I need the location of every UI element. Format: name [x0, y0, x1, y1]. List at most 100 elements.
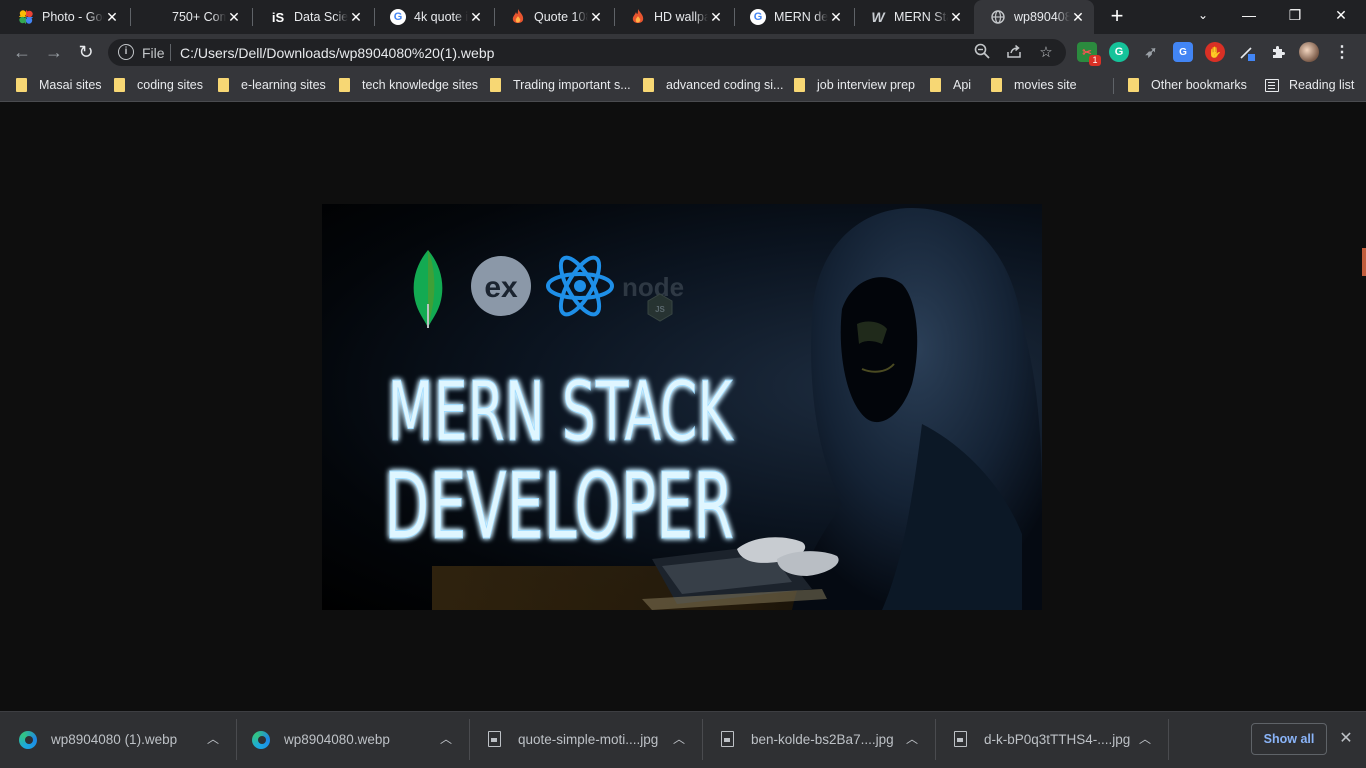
- grammarly-icon[interactable]: G: [1109, 42, 1129, 62]
- bookmark-label: movies site: [1014, 78, 1077, 92]
- file-icon: [486, 730, 504, 749]
- restore-button[interactable]: ❐: [1272, 0, 1318, 30]
- download-item[interactable]: quote-simple-moti....jpg ︿: [486, 711, 702, 768]
- bookmark-folder[interactable]: Trading important s...: [490, 76, 631, 94]
- file-icon: [952, 730, 970, 749]
- tab-title: Photo - Google Photos: [42, 10, 104, 24]
- close-icon[interactable]: ✕: [348, 9, 364, 26]
- tab-title: 4k quote images: [414, 10, 468, 24]
- tab-wallpapers[interactable]: 750+ Computer Wallpapers ✕: [132, 0, 250, 34]
- close-icon[interactable]: ✕: [828, 9, 844, 26]
- is-logo-icon: iS: [271, 9, 285, 25]
- bookmark-label: Trading important s...: [513, 78, 631, 92]
- chevron-up-icon[interactable]: ︿: [1137, 731, 1153, 747]
- download-item[interactable]: wp8904080.webp ︿: [252, 711, 468, 768]
- folder-icon: [643, 78, 654, 92]
- express-logo: ex: [471, 256, 531, 316]
- download-item[interactable]: wp8904080 (1).webp ︿: [19, 711, 235, 768]
- tab-strip: Photo - Google Photos ✕ 750+ Computer Wa…: [0, 0, 1366, 34]
- menu-kebab-icon[interactable]: ⋮: [1332, 42, 1352, 62]
- download-filename: d-k-bP0q3tTTHS4-....jpg: [984, 732, 1131, 747]
- bookmark-folder[interactable]: job interview prep: [794, 76, 915, 94]
- bookmark-label: job interview prep: [817, 78, 915, 92]
- tab-mern-developer[interactable]: G MERN developer ✕: [734, 0, 852, 34]
- download-item[interactable]: ben-kolde-bs2Ba7....jpg ︿: [719, 711, 935, 768]
- bookmark-folder[interactable]: coding sites: [114, 76, 203, 94]
- profile-avatar[interactable]: [1299, 42, 1319, 62]
- close-icon[interactable]: ✕: [708, 9, 724, 26]
- google-translate-icon[interactable]: G: [1173, 42, 1193, 62]
- folder-icon: [991, 78, 1002, 92]
- file-icon: [719, 730, 737, 749]
- tab-mern-stack[interactable]: W MERN Stack ✕: [854, 0, 972, 34]
- share-icon[interactable]: [1004, 43, 1024, 63]
- show-all-button[interactable]: Show all: [1251, 723, 1327, 755]
- close-icon[interactable]: ✕: [104, 9, 120, 26]
- bookmark-folder[interactable]: advanced coding si...: [643, 76, 783, 94]
- node-js-text: JS: [655, 305, 665, 314]
- close-icon[interactable]: ✕: [226, 9, 242, 26]
- back-button[interactable]: ←: [10, 40, 34, 64]
- minimize-button[interactable]: —: [1226, 0, 1272, 30]
- close-icon[interactable]: ✕: [588, 9, 604, 26]
- extensions-puzzle-icon[interactable]: [1268, 42, 1288, 62]
- zoom-icon[interactable]: [972, 43, 992, 63]
- close-window-button[interactable]: ✕: [1318, 0, 1364, 30]
- flame-icon: [510, 9, 526, 25]
- new-tab-button[interactable]: +: [1106, 5, 1128, 28]
- bookmark-star-icon[interactable]: ☆: [1036, 43, 1056, 63]
- close-icon[interactable]: ✕: [468, 9, 484, 26]
- close-downloads-icon[interactable]: ✕: [1337, 729, 1355, 749]
- tab-separator: [130, 8, 131, 26]
- w-logo-icon: W: [871, 9, 885, 25]
- chevron-up-icon[interactable]: ︿: [671, 731, 687, 747]
- bookmarks-divider: [1113, 78, 1114, 94]
- chevron-up-icon[interactable]: ︿: [205, 731, 221, 747]
- chevron-up-icon[interactable]: ︿: [904, 731, 920, 747]
- google-icon: G: [750, 9, 766, 25]
- bookmark-folder[interactable]: Masai sites: [16, 76, 102, 94]
- eyedropper-icon[interactable]: [1237, 42, 1257, 62]
- download-separator: [469, 719, 470, 760]
- reading-list[interactable]: Reading list: [1265, 76, 1354, 94]
- download-item[interactable]: d-k-bP0q3tTTHS4-....jpg ︿: [952, 711, 1168, 768]
- bookmark-folder[interactable]: tech knowledge sites: [339, 76, 478, 94]
- other-bookmarks[interactable]: Other bookmarks: [1128, 76, 1247, 94]
- tab-title: 750+ Computer Wallpapers: [172, 10, 226, 24]
- tab-quote-108[interactable]: Quote 108 ✕: [494, 0, 612, 34]
- chevron-up-icon[interactable]: ︿: [438, 731, 454, 747]
- bookmark-label: e-learning sites: [241, 78, 326, 92]
- forward-button[interactable]: →: [42, 40, 66, 64]
- tab-hd-wallpapers[interactable]: HD wallpapers ✕: [614, 0, 732, 34]
- tab-title: Quote 108: [534, 10, 588, 24]
- nodejs-logo: node JS: [622, 272, 684, 322]
- extension-badge: 1: [1089, 55, 1101, 66]
- bookmark-label: Masai sites: [39, 78, 102, 92]
- info-icon[interactable]: i: [118, 44, 134, 60]
- tab-active-webp[interactable]: wp8904080 (1).webp ✕: [974, 0, 1094, 34]
- scrollbar-thumb[interactable]: [1362, 248, 1366, 276]
- tab-title: MERN Stack: [894, 10, 948, 24]
- globe-icon: [990, 9, 1006, 25]
- bookmark-folder[interactable]: e-learning sites: [218, 76, 326, 94]
- bookmark-folder[interactable]: movies site: [991, 76, 1077, 94]
- tab-4k-quote[interactable]: G 4k quote images ✕: [374, 0, 492, 34]
- tab-data-science[interactable]: iS Data Science ✕: [254, 0, 372, 34]
- tab-google-photos[interactable]: Photo - Google Photos ✕: [2, 0, 128, 34]
- rocket-icon[interactable]: ➶: [1141, 42, 1161, 62]
- bookmark-label: Api: [953, 78, 972, 92]
- url-text[interactable]: C:/Users/Dell/Downloads/wp8904080%20(1).…: [180, 45, 494, 61]
- reload-button[interactable]: ↻: [74, 40, 98, 64]
- close-icon[interactable]: ✕: [1070, 9, 1086, 26]
- folder-icon: [490, 78, 501, 92]
- bookmark-folder[interactable]: Api: [930, 76, 971, 94]
- download-separator: [702, 719, 703, 760]
- edge-icon: [19, 730, 37, 749]
- tab-title: Data Science: [294, 10, 348, 24]
- close-icon[interactable]: ✕: [948, 9, 964, 26]
- download-separator: [1168, 719, 1169, 760]
- adblock-icon[interactable]: ✋: [1205, 42, 1225, 62]
- download-filename: quote-simple-moti....jpg: [518, 732, 659, 747]
- tab-search-button[interactable]: ⌄: [1180, 0, 1226, 30]
- reading-list-label: Reading list: [1289, 78, 1355, 92]
